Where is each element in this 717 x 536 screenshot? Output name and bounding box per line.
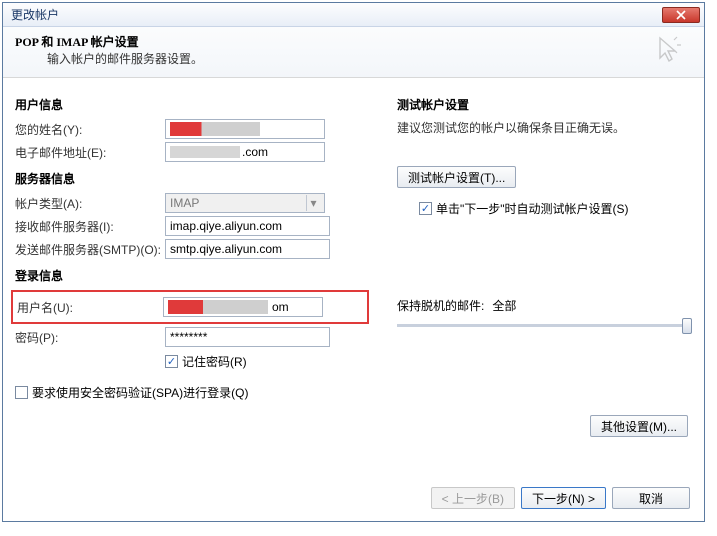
- auto-test-label: 单击"下一步"时自动测试帐户设置(S): [436, 200, 629, 217]
- close-icon: [676, 10, 686, 20]
- other-settings-wrap: 其他设置(M)...: [590, 415, 688, 437]
- window-title: 更改帐户: [11, 6, 59, 23]
- spa-label: 要求使用安全密码验证(SPA)进行登录(Q): [32, 384, 248, 401]
- incoming-server-input[interactable]: [165, 216, 330, 236]
- username-label: 用户名(U):: [17, 299, 163, 316]
- remember-password-label: 记住密码(R): [182, 353, 247, 370]
- cursor-icon: [652, 34, 684, 66]
- test-settings-title: 测试帐户设置: [397, 96, 692, 113]
- other-settings-button[interactable]: 其他设置(M)...: [590, 415, 688, 437]
- chevron-down-icon: ▾: [306, 195, 320, 211]
- password-input[interactable]: [165, 327, 330, 347]
- spa-row: 要求使用安全密码验证(SPA)进行登录(Q): [15, 384, 365, 401]
- outgoing-label: 发送邮件服务器(SMTP)(O):: [15, 241, 165, 258]
- name-input[interactable]: [165, 119, 325, 139]
- header-title: POP 和 IMAP 帐户设置: [15, 33, 203, 50]
- username-suffix: om: [272, 300, 289, 314]
- account-settings-window: 更改帐户 POP 和 IMAP 帐户设置 输入帐户的邮件服务器设置。 用户信息 …: [2, 2, 705, 522]
- account-type-label: 帐户类型(A):: [15, 195, 165, 212]
- offline-slider[interactable]: [397, 324, 692, 327]
- password-row: 密码(P):: [15, 327, 365, 347]
- test-settings-button[interactable]: 测试帐户设置(T)...: [397, 166, 516, 188]
- email-suffix: .com: [242, 145, 268, 159]
- incoming-label: 接收邮件服务器(I):: [15, 218, 165, 235]
- auto-test-checkbox[interactable]: ✓: [419, 202, 432, 215]
- close-button[interactable]: [662, 7, 700, 23]
- email-label: 电子邮件地址(E):: [15, 144, 165, 161]
- header-text: POP 和 IMAP 帐户设置 输入帐户的邮件服务器设置。: [15, 33, 203, 67]
- right-column: 测试帐户设置 建议您测试您的帐户以确保条目正确无误。 测试帐户设置(T)... …: [389, 88, 692, 407]
- outgoing-server-input[interactable]: [165, 239, 330, 259]
- account-type-row: 帐户类型(A): IMAP ▾: [15, 193, 365, 213]
- username-highlight: 用户名(U): om: [11, 290, 369, 324]
- name-row: 您的姓名(Y):: [15, 119, 365, 139]
- next-button[interactable]: 下一步(N) >: [521, 487, 606, 509]
- back-button: < 上一步(B): [431, 487, 515, 509]
- name-label: 您的姓名(Y):: [15, 121, 165, 138]
- slider-thumb[interactable]: [682, 318, 692, 334]
- offline-row: 保持脱机的邮件: 全部: [397, 297, 692, 314]
- content-area: 用户信息 您的姓名(Y): 电子邮件地址(E): .com 服务器信息 帐户类型…: [3, 78, 704, 415]
- cancel-button[interactable]: 取消: [612, 487, 690, 509]
- username-row: 用户名(U): om: [17, 297, 363, 317]
- header-subtitle: 输入帐户的邮件服务器设置。: [47, 50, 203, 67]
- email-row: 电子邮件地址(E): .com: [15, 142, 365, 162]
- password-label: 密码(P):: [15, 329, 165, 346]
- titlebar: 更改帐户: [3, 3, 704, 27]
- remember-password-checkbox[interactable]: ✓: [165, 355, 178, 368]
- incoming-row: 接收邮件服务器(I):: [15, 216, 365, 236]
- account-type-value: IMAP: [170, 196, 199, 210]
- footer: < 上一步(B) 下一步(N) > 取消: [431, 487, 690, 509]
- test-settings-desc: 建议您测试您的帐户以确保条目正确无误。: [397, 119, 692, 136]
- redacted-name: [170, 122, 260, 136]
- server-info-title: 服务器信息: [15, 170, 365, 187]
- offline-label: 保持脱机的邮件:: [397, 297, 484, 314]
- username-input[interactable]: om: [163, 297, 323, 317]
- offline-value: 全部: [492, 297, 516, 314]
- email-input[interactable]: .com: [165, 142, 325, 162]
- header-section: POP 和 IMAP 帐户设置 输入帐户的邮件服务器设置。: [3, 27, 704, 78]
- left-column: 用户信息 您的姓名(Y): 电子邮件地址(E): .com 服务器信息 帐户类型…: [15, 88, 365, 407]
- auto-test-row: ✓ 单击"下一步"时自动测试帐户设置(S): [419, 200, 692, 217]
- outgoing-row: 发送邮件服务器(SMTP)(O):: [15, 239, 365, 259]
- login-info-title: 登录信息: [15, 267, 365, 284]
- user-info-title: 用户信息: [15, 96, 365, 113]
- spa-checkbox[interactable]: [15, 386, 28, 399]
- remember-password-row: ✓ 记住密码(R): [165, 353, 365, 370]
- redacted-email: [170, 146, 240, 158]
- redacted-username: [168, 300, 268, 314]
- account-type-select: IMAP ▾: [165, 193, 325, 213]
